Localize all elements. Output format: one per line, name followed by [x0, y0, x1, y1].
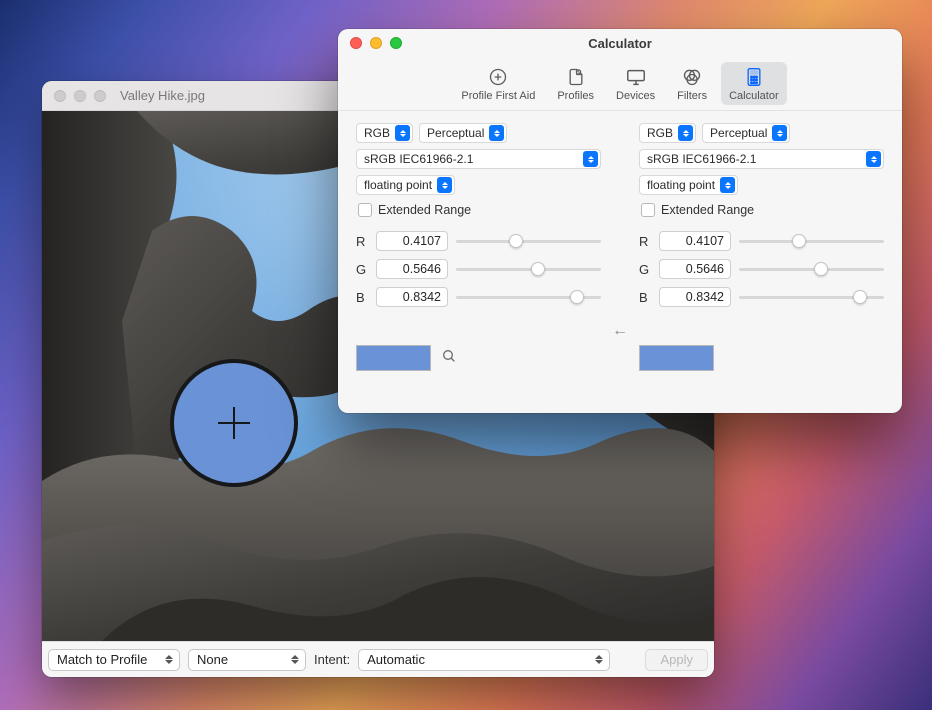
- zoom-button[interactable]: [94, 90, 106, 102]
- filters-icon: [681, 66, 703, 88]
- calc-titlebar[interactable]: Calculator: [338, 29, 902, 57]
- dest-colorspace-select[interactable]: RGB: [639, 123, 696, 143]
- calc-body: RGB Perceptual sRGB IEC61966-2.1 floatin…: [338, 111, 902, 413]
- intent-select[interactable]: Automatic: [358, 649, 610, 671]
- slider-thumb[interactable]: [509, 234, 523, 248]
- profiles-icon: [565, 66, 587, 88]
- dest-g-slider[interactable]: [739, 260, 884, 278]
- channel-g-label: G: [639, 262, 651, 277]
- channel-g-label: G: [356, 262, 368, 277]
- dest-r-input[interactable]: 0.4107: [659, 231, 731, 251]
- source-b-slider[interactable]: [456, 288, 601, 306]
- slider-thumb[interactable]: [814, 262, 828, 276]
- close-button[interactable]: [350, 37, 362, 49]
- dest-color-swatch: [639, 345, 714, 371]
- tab-filters[interactable]: Filters: [669, 62, 715, 105]
- eyedropper-magnifier-icon[interactable]: [441, 348, 457, 369]
- profile-select-value: None: [197, 652, 228, 667]
- updown-icon: [595, 653, 605, 667]
- dest-b-input[interactable]: 0.8342: [659, 287, 731, 307]
- channel-b-label: B: [356, 290, 368, 305]
- minimize-button[interactable]: [370, 37, 382, 49]
- dest-r-slider[interactable]: [739, 232, 884, 250]
- match-action-value: Match to Profile: [57, 652, 147, 667]
- viewer-window-title: Valley Hike.jpg: [120, 88, 205, 103]
- slider-thumb[interactable]: [570, 290, 584, 304]
- devices-icon: [625, 66, 647, 88]
- stepper-icon: [772, 125, 787, 141]
- intent-label: Intent:: [314, 652, 350, 667]
- source-intent-select[interactable]: Perceptual: [419, 123, 507, 143]
- stepper-icon: [583, 151, 598, 167]
- slider-thumb[interactable]: [853, 290, 867, 304]
- source-colorspace-select[interactable]: RGB: [356, 123, 413, 143]
- viewer-bottom-bar: Match to Profile None Intent: Automatic …: [42, 641, 714, 677]
- calc-toolbar: Profile First Aid Profiles Devices Filte…: [338, 57, 902, 111]
- arrow-left-icon: ←: [612, 322, 628, 340]
- colorsync-calculator-window: Calculator Profile First Aid Profiles De…: [338, 29, 902, 413]
- tab-profiles[interactable]: Profiles: [549, 62, 602, 105]
- dest-extended-range-checkbox[interactable]: Extended Range: [641, 203, 884, 217]
- calc-window-title: Calculator: [588, 36, 652, 51]
- source-extended-range-checkbox[interactable]: Extended Range: [358, 203, 601, 217]
- stepper-icon: [720, 177, 735, 193]
- tab-calculator[interactable]: Calculator: [721, 62, 787, 105]
- slider-thumb[interactable]: [792, 234, 806, 248]
- zoom-button[interactable]: [390, 37, 402, 49]
- profile-select[interactable]: None: [188, 649, 306, 671]
- stepper-icon: [678, 125, 693, 141]
- updown-icon: [165, 653, 175, 667]
- close-button[interactable]: [54, 90, 66, 102]
- stepper-icon: [866, 151, 881, 167]
- source-color-swatch: [356, 345, 431, 371]
- dest-intent-select[interactable]: Perceptual: [702, 123, 790, 143]
- source-r-input[interactable]: 0.4107: [376, 231, 448, 251]
- intent-select-value: Automatic: [367, 652, 425, 667]
- checkbox-icon: [641, 203, 655, 217]
- dest-b-slider[interactable]: [739, 288, 884, 306]
- source-column: RGB Perceptual sRGB IEC61966-2.1 floatin…: [356, 123, 601, 399]
- source-g-input[interactable]: 0.5646: [376, 259, 448, 279]
- checkbox-icon: [358, 203, 372, 217]
- source-r-slider[interactable]: [456, 232, 601, 250]
- tab-profile-first-aid[interactable]: Profile First Aid: [453, 62, 543, 105]
- dest-format-select[interactable]: floating point: [639, 175, 738, 195]
- calc-traffic-lights: [350, 37, 402, 49]
- stepper-icon: [437, 177, 452, 193]
- channel-r-label: R: [639, 234, 651, 249]
- stepper-icon: [489, 125, 504, 141]
- source-profile-select[interactable]: sRGB IEC61966-2.1: [356, 149, 601, 169]
- slider-thumb[interactable]: [531, 262, 545, 276]
- source-format-select[interactable]: floating point: [356, 175, 455, 195]
- channel-b-label: B: [639, 290, 651, 305]
- calculator-icon: [743, 66, 765, 88]
- source-g-slider[interactable]: [456, 260, 601, 278]
- tab-devices[interactable]: Devices: [608, 62, 663, 105]
- apply-button[interactable]: Apply: [645, 649, 708, 671]
- dest-profile-select[interactable]: sRGB IEC61966-2.1: [639, 149, 884, 169]
- conversion-direction[interactable]: ←: [601, 123, 639, 399]
- source-b-input[interactable]: 0.8342: [376, 287, 448, 307]
- stepper-icon: [395, 125, 410, 141]
- viewer-traffic-lights: [54, 90, 106, 102]
- dest-column: RGB Perceptual sRGB IEC61966-2.1 floatin…: [639, 123, 884, 399]
- channel-r-label: R: [356, 234, 368, 249]
- dest-g-input[interactable]: 0.5646: [659, 259, 731, 279]
- minimize-button[interactable]: [74, 90, 86, 102]
- match-action-select[interactable]: Match to Profile: [48, 649, 180, 671]
- first-aid-icon: [487, 66, 509, 88]
- updown-icon: [291, 653, 301, 667]
